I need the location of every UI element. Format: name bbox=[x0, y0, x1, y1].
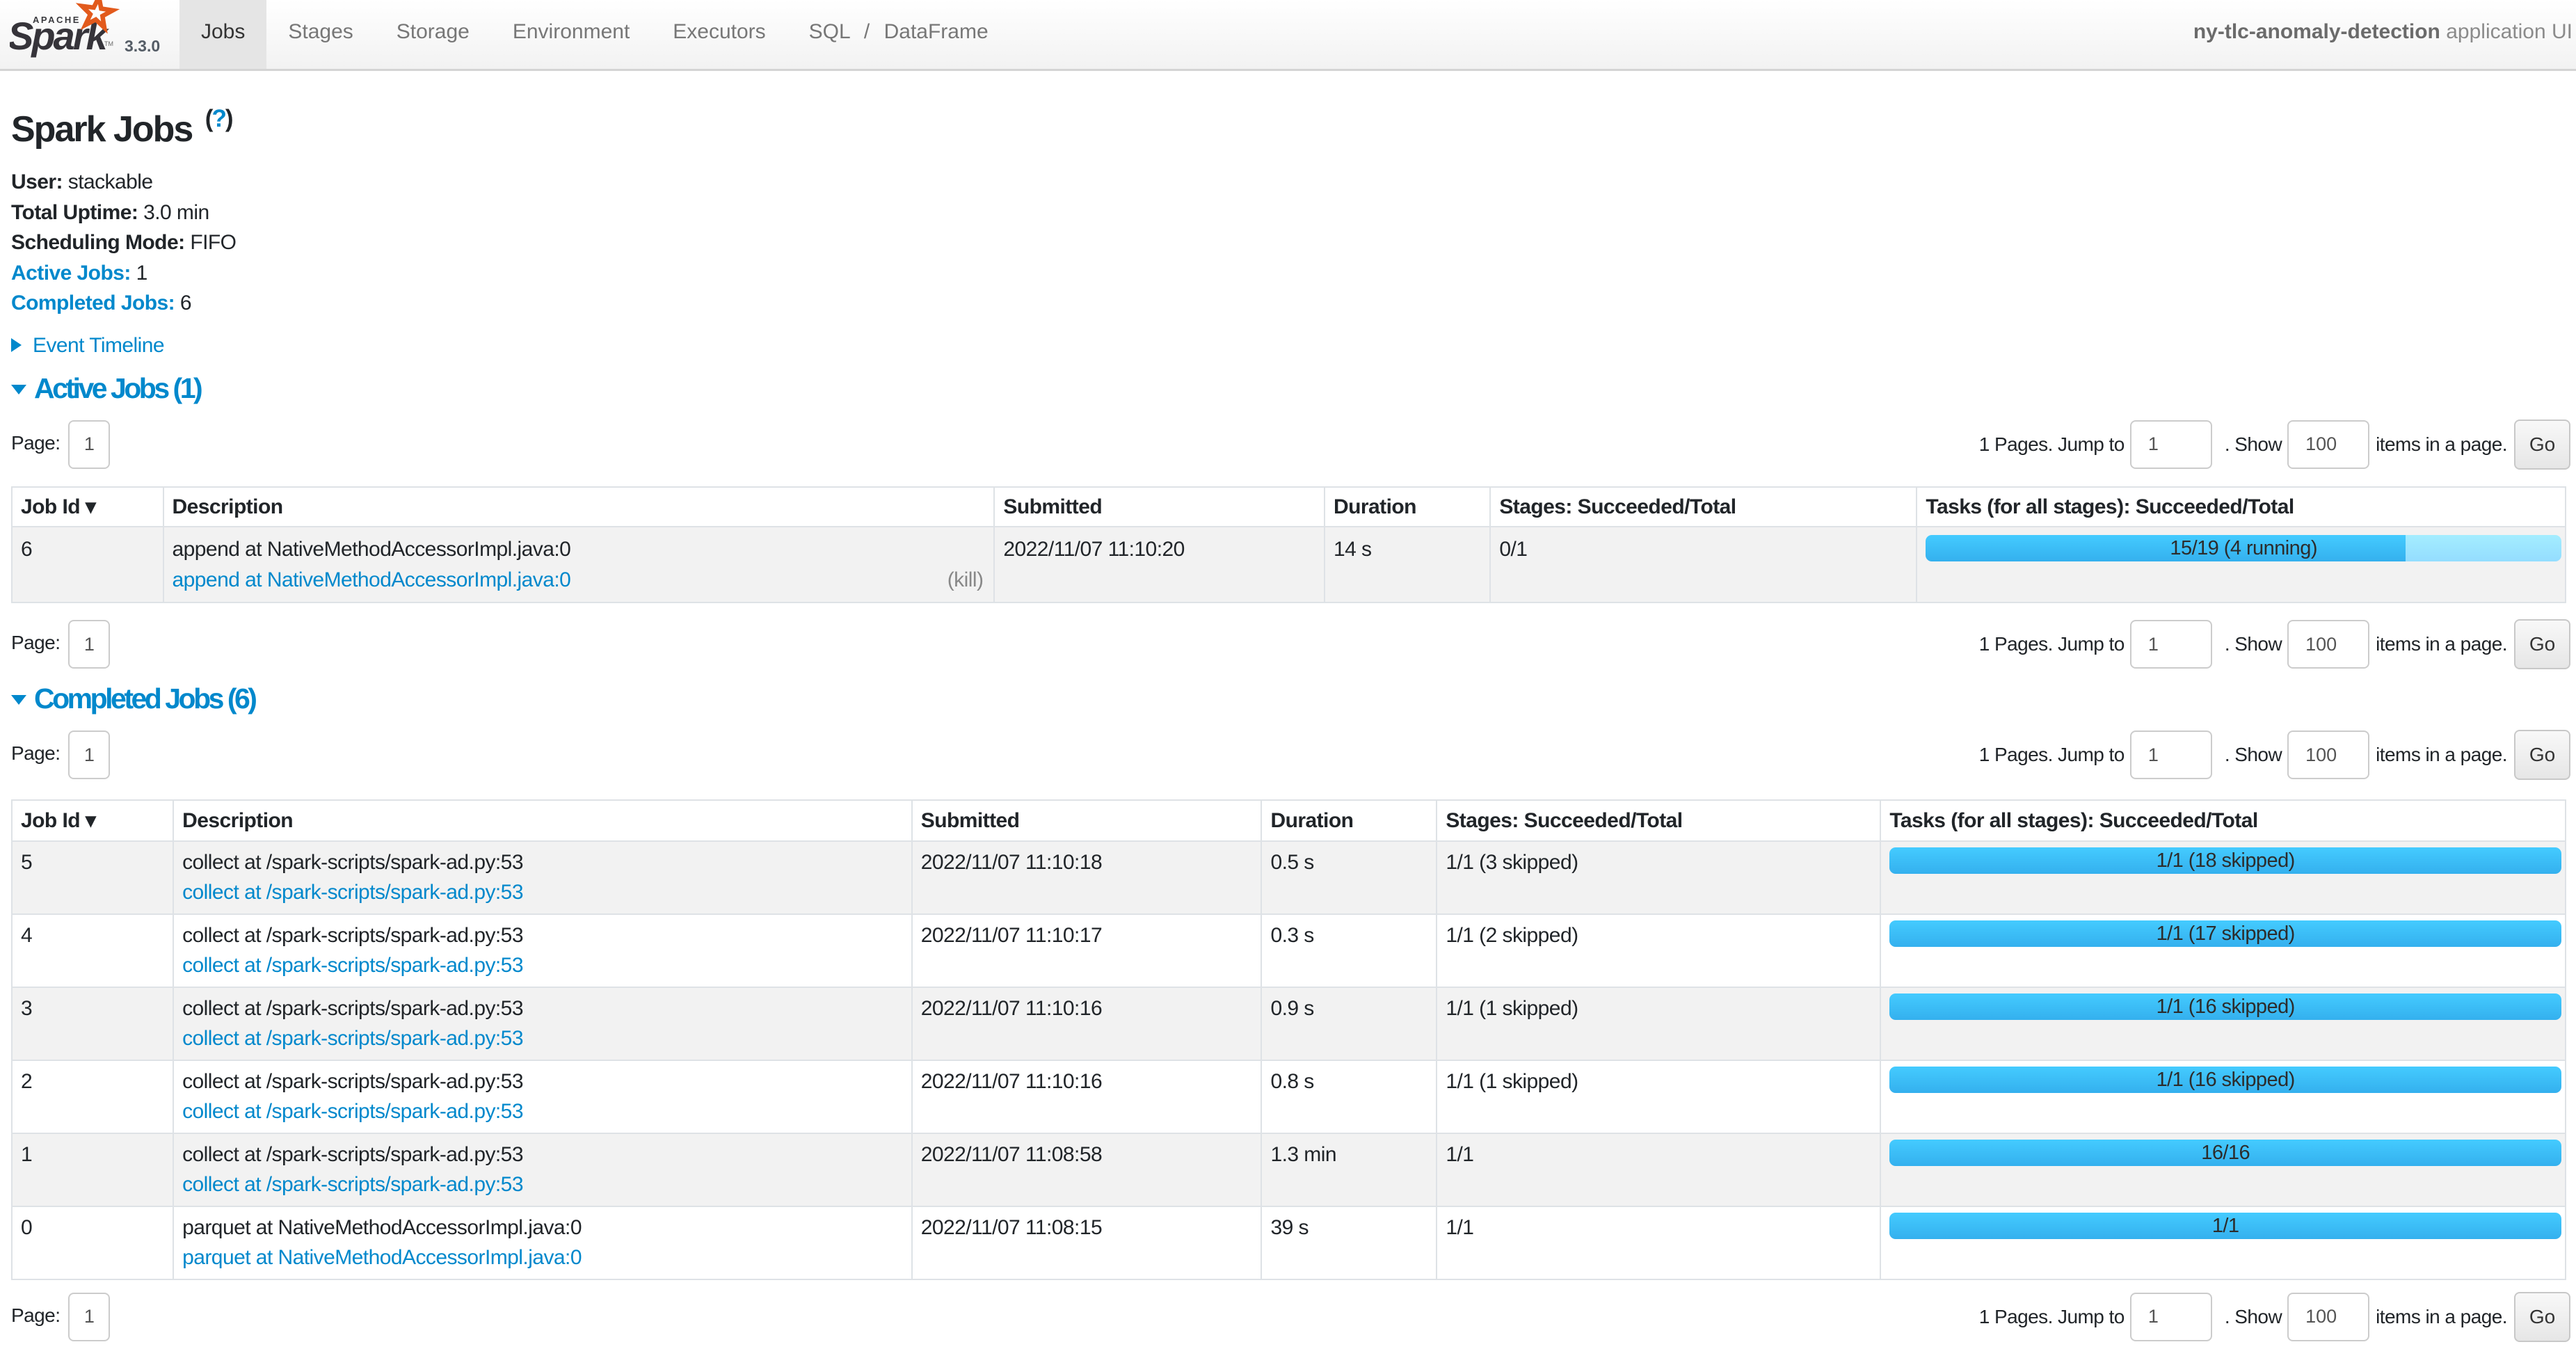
svg-text:TM: TM bbox=[104, 40, 113, 47]
